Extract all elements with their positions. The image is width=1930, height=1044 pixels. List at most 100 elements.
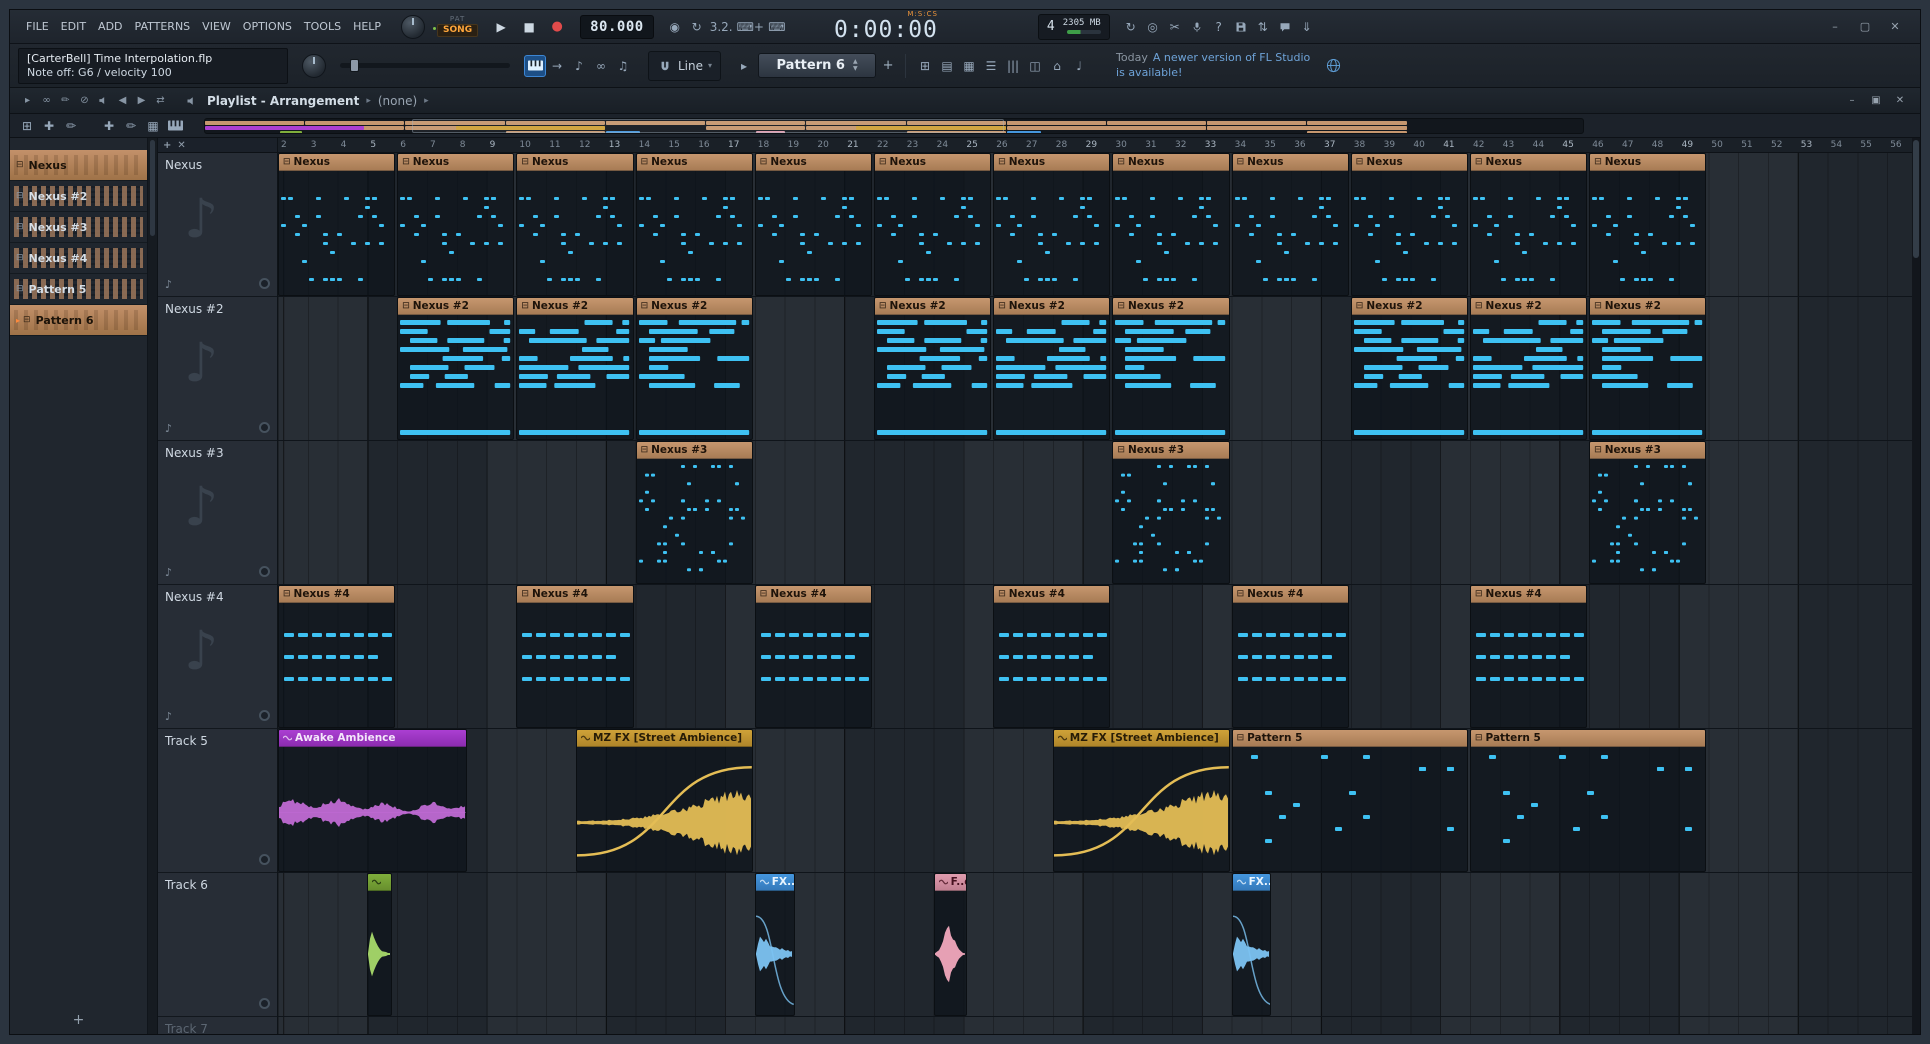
prev-icon[interactable]: ◀	[113, 92, 132, 110]
step-sequencer-icon[interactable]: ▤	[936, 55, 958, 77]
shuffle-knob[interactable]	[401, 14, 426, 39]
overdub-icon[interactable]: ♫	[612, 55, 634, 77]
menu-arrow-icon[interactable]: ▸	[18, 92, 37, 110]
pattern-item-pattern-5[interactable]: ⊟ Pattern 5	[10, 274, 147, 305]
clip-nexus-2[interactable]: ⊟ Nexus #2	[397, 297, 515, 440]
typing-keyboard-plus-icon[interactable]: ⌨+	[735, 16, 766, 38]
track-header-nexus-2[interactable]: Nexus #2 ♪ ♪	[158, 297, 277, 441]
picker-grid-icon[interactable]: ⊞	[16, 115, 38, 137]
pattern-selector[interactable]: Pattern 6 ▲ ▼	[758, 53, 877, 78]
song-label[interactable]: SONG	[433, 24, 479, 37]
pat-label[interactable]: PAT	[450, 16, 465, 23]
clip-f-e-[interactable]: F..e]	[933, 873, 968, 1016]
clip-nexus-2[interactable]: ⊟ Nexus #2	[1470, 297, 1588, 440]
track-header-nexus[interactable]: Nexus ♪ ♪	[158, 153, 277, 297]
clip-mz-fx-street-ambience-[interactable]: MZ FX [Street Ambience]	[1052, 729, 1230, 872]
clip-pattern-5[interactable]: ⊟ Pattern 5	[1470, 729, 1707, 872]
record-button[interactable]: ●	[544, 16, 570, 38]
clip-nexus[interactable]: ⊟ Nexus	[1350, 153, 1468, 296]
track-header-nexus-3[interactable]: Nexus #3 ♪ ♪	[158, 441, 277, 585]
clip-nexus-4[interactable]: ⊟ Nexus #4	[278, 585, 396, 728]
piano-icon[interactable]	[164, 115, 186, 137]
menu-view[interactable]: VIEW	[196, 16, 237, 37]
add-pattern-button[interactable]: +	[879, 56, 897, 76]
menu-options[interactable]: OPTIONS	[237, 16, 298, 37]
clip-nexus-2[interactable]: ⊟ Nexus #2	[1350, 297, 1468, 440]
track-lane-4[interactable]: ⊟ Nexus #4 ⊟ Nexus #4 ⊟ Nexus #4 ⊟ Nexus #4 ⊟ Nex…	[278, 585, 1912, 729]
sync-icon[interactable]: ↻	[1120, 16, 1142, 38]
clip-nexus-4[interactable]: ⊟ Nexus #4	[754, 585, 872, 728]
metronome-icon[interactable]: ♪	[568, 55, 590, 77]
clip-nexus[interactable]: ⊟ Nexus	[754, 153, 872, 296]
scrollbar-thumb[interactable]	[150, 140, 155, 236]
clip-pattern-5[interactable]: ⊟ Pattern 5	[1231, 729, 1468, 872]
pattern-item-nexus-2[interactable]: ⊟ Nexus #2	[10, 181, 147, 212]
overview-view-window[interactable]	[411, 118, 1005, 133]
clip-nexus[interactable]: ⊟ Nexus	[1589, 153, 1707, 296]
pattern-down-icon[interactable]: ▼	[853, 65, 858, 73]
clip-nexus-2[interactable]: ⊟ Nexus #2	[1589, 297, 1707, 440]
pattern-steppers[interactable]: ▲ ▼	[853, 58, 858, 73]
track-header-track-7[interactable]: Track 7	[158, 1017, 277, 1034]
snap-value[interactable]: Line	[678, 59, 703, 73]
wait-icon[interactable]: ◉	[664, 16, 686, 38]
timeline-ruler[interactable]: 2 3 4 5 6 7 8 9 10 11 12 13 14 15 16 17 18 19 20 21 22 23 24 25…	[278, 138, 1912, 153]
menu-tools[interactable]: TOOLS	[298, 16, 347, 37]
track-arm-led[interactable]	[259, 710, 270, 721]
track-lane-7[interactable]	[278, 1017, 1912, 1034]
link-icon[interactable]: ∞	[37, 92, 56, 110]
tempo-display[interactable]: 80.000	[580, 14, 654, 39]
save-icon[interactable]	[1230, 16, 1252, 38]
track-lane-1[interactable]: ⊟ Nexus ⊟ Nexus ⊟ Nexus ⊟ Nexus ⊟ Nexus ⊟ Nexus ⊟ Nex…	[278, 153, 1912, 297]
arrangement-name[interactable]: (none)	[378, 94, 417, 108]
next-icon[interactable]: ▶	[132, 92, 151, 110]
pattern-list-scrollbar[interactable]	[148, 138, 158, 1034]
clip-nexus[interactable]: ⊟ Nexus	[874, 153, 992, 296]
microphone-icon[interactable]	[1186, 16, 1208, 38]
browser-icon[interactable]: ◫	[1024, 55, 1046, 77]
clip-mz-fx-street-ambience-[interactable]: MZ FX [Street Ambience]	[576, 729, 753, 872]
track-lane-5[interactable]: Awake Ambience MZ FX [Street Ambience] MZ …	[278, 729, 1912, 873]
export-icon[interactable]: ⇓	[1296, 16, 1318, 38]
globe-icon[interactable]	[1322, 55, 1344, 77]
pattern-item-pattern-6[interactable]: ▸ ⊟ Pattern 6	[10, 305, 147, 336]
clip-nexus[interactable]: ⊟ Nexus	[1112, 153, 1230, 296]
menu-patterns[interactable]: PATTERNS	[129, 16, 197, 37]
track-header-track-6[interactable]: Track 6	[158, 873, 277, 1017]
pattern-item-nexus[interactable]: ⊟ Nexus	[10, 150, 147, 181]
link-icon[interactable]: ∞	[590, 55, 612, 77]
stop-button[interactable]: ■	[516, 16, 542, 38]
touch-keyboard-icon[interactable]: ♩	[1068, 55, 1090, 77]
draw-icon[interactable]: ✏	[56, 92, 75, 110]
playlist-vertical-scrollbar[interactable]	[1912, 138, 1920, 1034]
clip-nexus-2[interactable]: ⊟ Nexus #2	[516, 297, 634, 440]
clip-nexus[interactable]: ⊟ Nexus	[516, 153, 634, 296]
draw-tool-icon[interactable]: ✚	[98, 115, 120, 137]
plugin-picker-icon[interactable]: ⌂	[1046, 55, 1068, 77]
pencil-tool-icon[interactable]: ✏	[60, 115, 82, 137]
close-button[interactable]: ✕	[1888, 93, 1912, 109]
menu-add[interactable]: ADD	[92, 16, 128, 37]
clip-fx-[interactable]: FX..]	[754, 873, 795, 1016]
move-tool-icon[interactable]: ✚	[38, 115, 60, 137]
clip-nexus-2[interactable]: ⊟ Nexus #2	[993, 297, 1111, 440]
delete-button[interactable]: ✕	[177, 140, 185, 151]
clip-nexus[interactable]: ⊟ Nexus	[397, 153, 515, 296]
menu-help[interactable]: HELP	[347, 16, 387, 37]
play-button[interactable]: ▶	[488, 16, 514, 38]
close-button[interactable]: ✕	[1880, 17, 1910, 37]
slider-handle[interactable]	[350, 59, 359, 72]
track-arm-led[interactable]	[259, 998, 270, 1009]
clip-nexus-2[interactable]: ⊟ Nexus #2	[1112, 297, 1230, 440]
clip-nexus[interactable]: ⊟ Nexus	[635, 153, 753, 296]
track-arm-led[interactable]	[259, 422, 270, 433]
clip-audio[interactable]	[367, 873, 393, 1016]
minimize-button[interactable]: –	[1820, 17, 1850, 37]
main-pitch-slider[interactable]	[340, 59, 510, 72]
pattern-picker-icon[interactable]: ⊞	[914, 55, 936, 77]
loop-record-icon[interactable]: ↻	[686, 16, 708, 38]
clip-nexus[interactable]: ⊟ Nexus	[1231, 153, 1349, 296]
pattern-item-nexus-4[interactable]: ⊟ Nexus #4	[10, 243, 147, 274]
typing-to-piano-icon[interactable]	[524, 54, 546, 77]
main-volume-knob[interactable]	[302, 53, 326, 78]
